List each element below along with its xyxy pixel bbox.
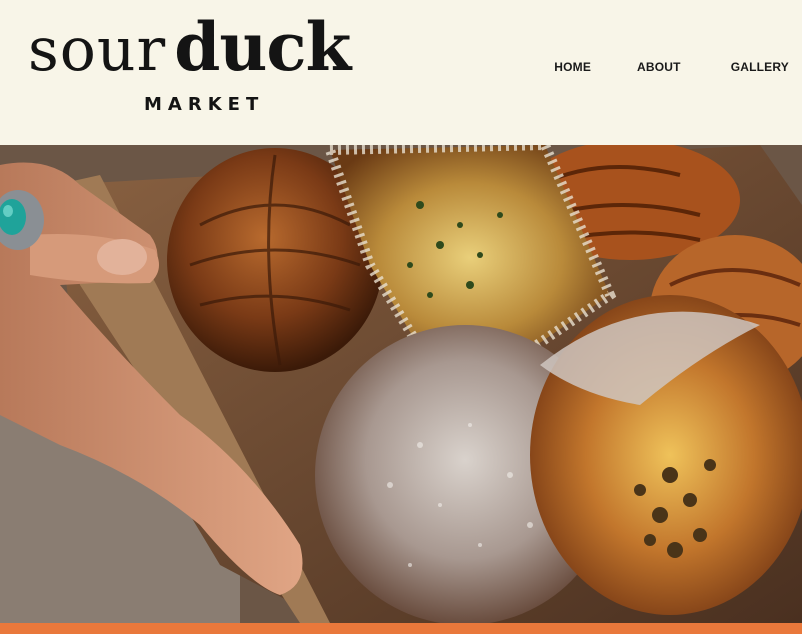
brand-logo[interactable]: sour duck MARKET bbox=[28, 14, 388, 124]
main-nav: HOME ABOUT GALLERY bbox=[554, 60, 789, 74]
nav-about-link[interactable]: ABOUT bbox=[637, 60, 681, 74]
logo-word-duck: duck bbox=[174, 8, 351, 86]
logo-word-sour: sour bbox=[28, 15, 167, 85]
logo-wordmark: sour duck bbox=[28, 14, 351, 80]
site-header: sour duck MARKET HOME ABOUT GALLERY bbox=[0, 0, 802, 145]
hero-image bbox=[0, 145, 802, 623]
nav-home-link[interactable]: HOME bbox=[554, 60, 591, 74]
page: sour duck MARKET HOME ABOUT GALLERY bbox=[0, 0, 802, 634]
accent-band bbox=[0, 623, 802, 634]
pastries-photo bbox=[0, 145, 802, 623]
logo-tagline: MARKET bbox=[144, 94, 265, 115]
nav-gallery-link[interactable]: GALLERY bbox=[731, 60, 789, 74]
